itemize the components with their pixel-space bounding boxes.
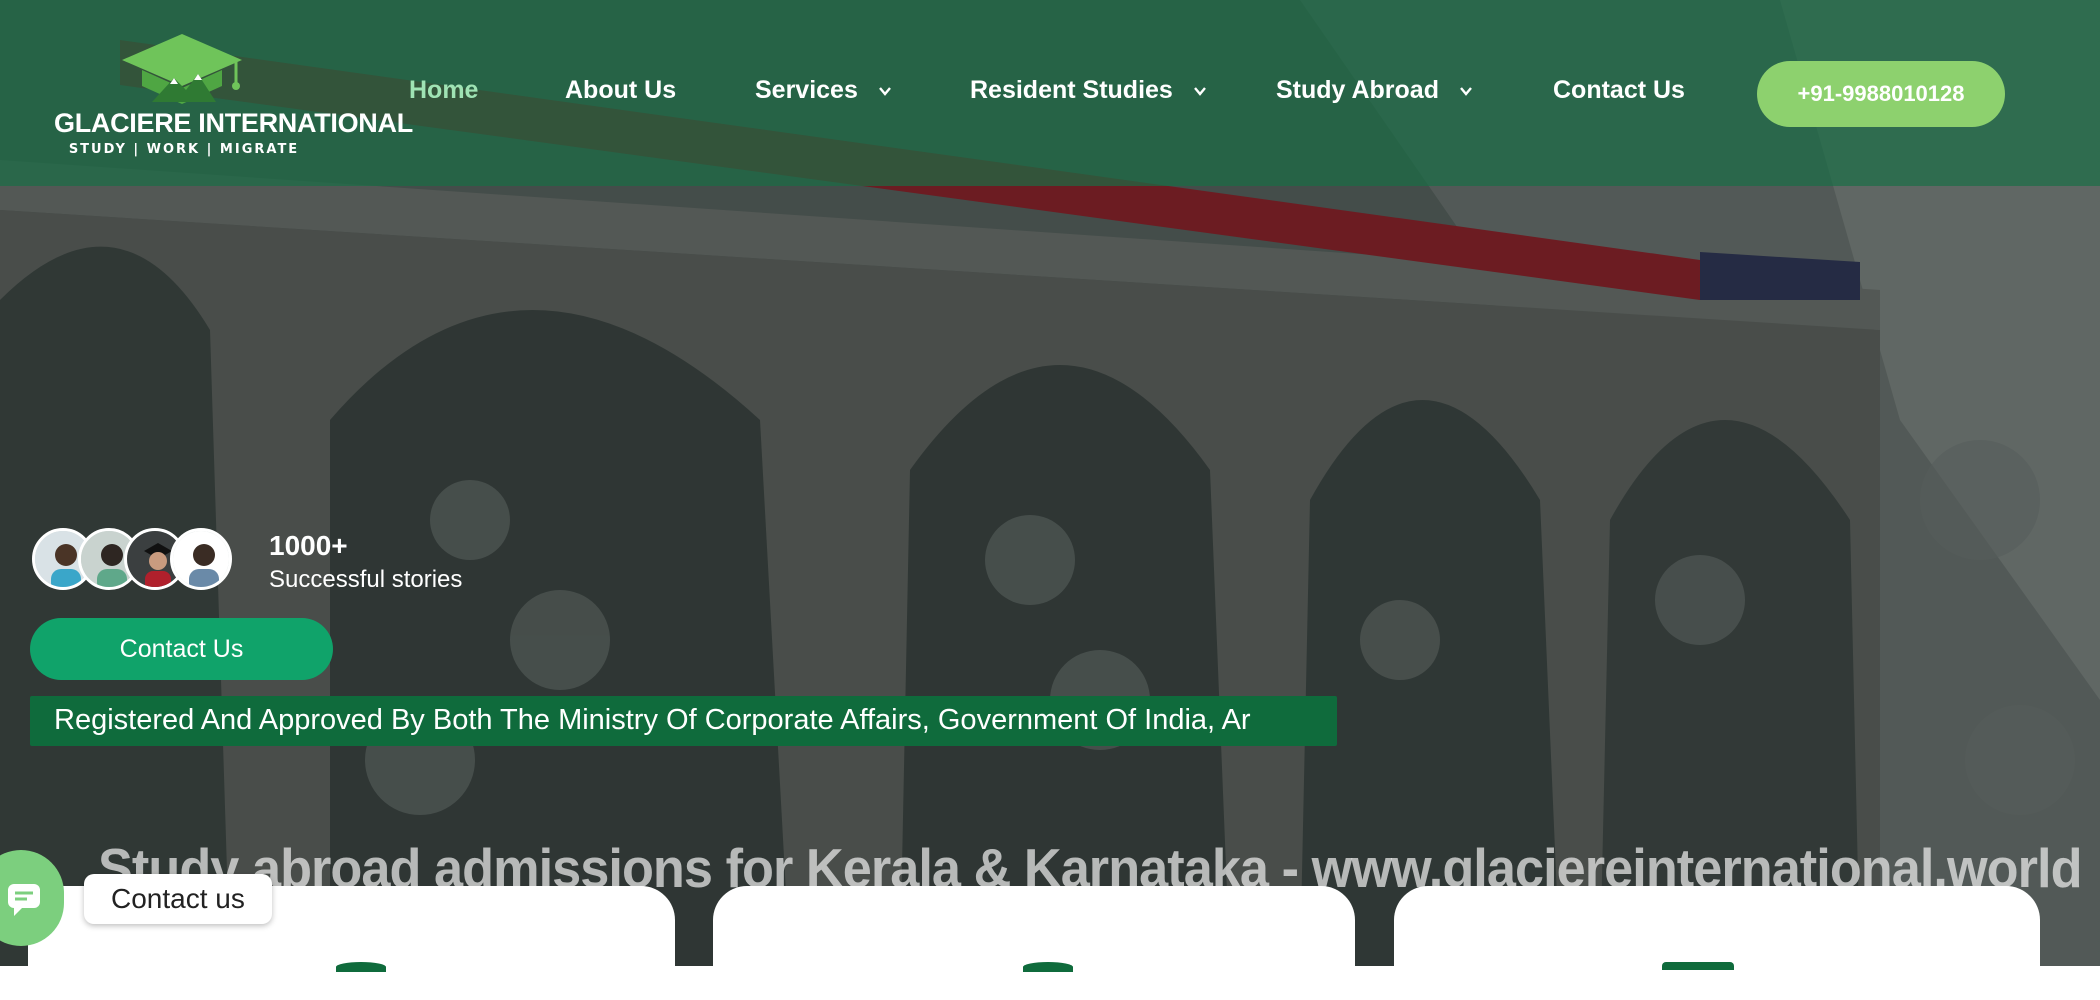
- nav-about-us-label: About Us: [565, 76, 677, 104]
- stats-number: 1000+: [269, 530, 348, 561]
- site-header: GLACIERE INTERNATIONAL STUDY | WORK | MI…: [0, 0, 2100, 186]
- feature-card[interactable]: [713, 886, 1355, 1000]
- card-icon: [336, 962, 386, 972]
- chevron-down-icon: [878, 86, 891, 96]
- ticker-text: Registered And Approved By Both The Mini…: [54, 704, 1251, 736]
- card-icon: [1662, 962, 1734, 970]
- success-stats: 1000+ Successful stories: [32, 526, 472, 596]
- nav-study-abroad-label: Study Abroad: [1276, 76, 1439, 104]
- contact-us-button[interactable]: Contact Us: [30, 618, 333, 680]
- stats-label: Successful stories: [269, 566, 463, 593]
- nav-services-label: Services: [755, 76, 858, 104]
- chevron-down-icon: [1460, 86, 1472, 96]
- avatar: [170, 528, 232, 590]
- announcement-ticker: Registered And Approved By Both The Mini…: [30, 696, 1337, 746]
- nav-contact-us-label: Contact Us: [1553, 76, 1685, 104]
- nav-home-label: Home: [409, 76, 479, 104]
- chevron-down-icon: [1193, 86, 1206, 96]
- chat-bubble-icon: [8, 884, 40, 916]
- feature-card[interactable]: [1394, 886, 2040, 1000]
- nav-contact-us[interactable]: Contact Us: [1553, 76, 1685, 105]
- nav-resident-studies[interactable]: Resident Studies: [970, 76, 1207, 105]
- phone-button[interactable]: +91-9988010128: [1757, 61, 2005, 127]
- nav-about-us[interactable]: About Us: [565, 76, 676, 105]
- page: GLACIERE INTERNATIONAL STUDY | WORK | MI…: [0, 0, 2100, 1000]
- nav-services[interactable]: Services: [755, 76, 892, 105]
- chat-label[interactable]: Contact us: [84, 874, 272, 924]
- nav-study-abroad[interactable]: Study Abroad: [1276, 76, 1473, 105]
- nav-resident-studies-label: Resident Studies: [970, 76, 1173, 104]
- card-icon: [1023, 962, 1073, 972]
- nav-home[interactable]: Home: [409, 76, 478, 105]
